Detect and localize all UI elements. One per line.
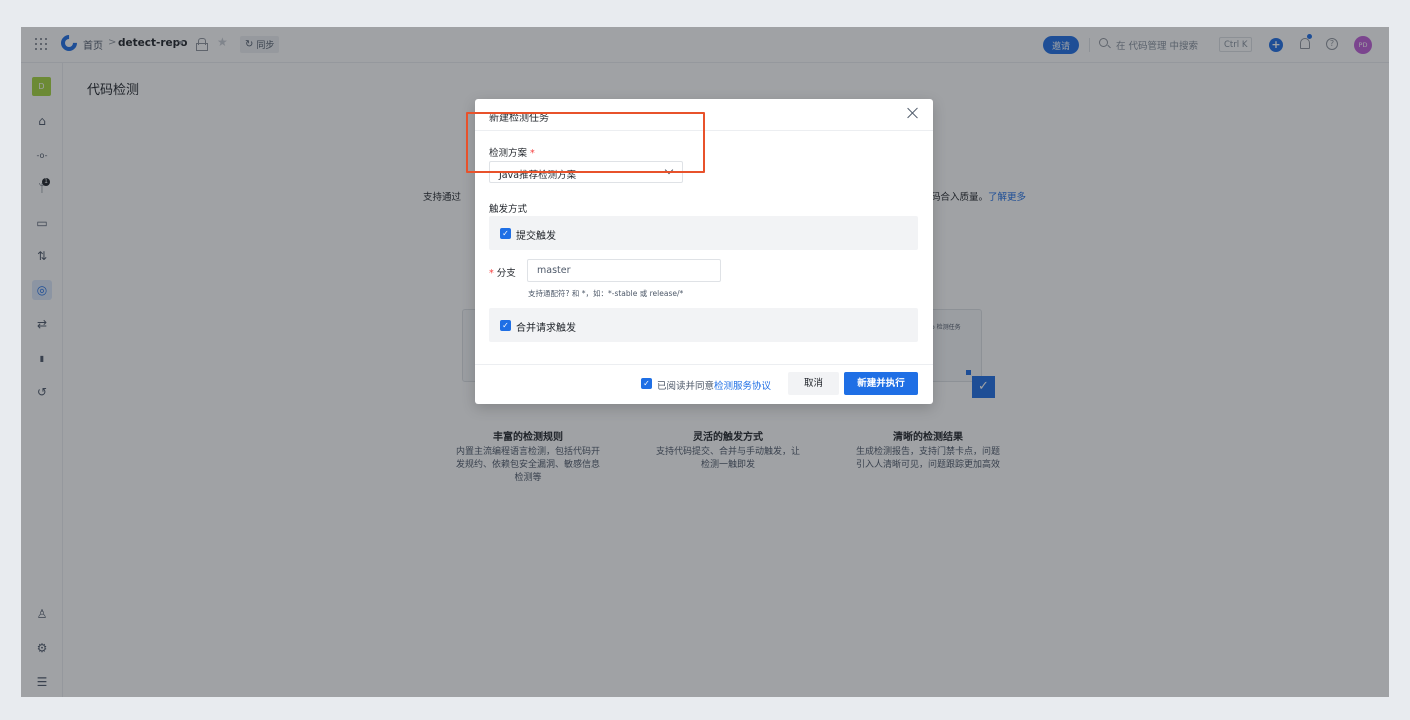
agree-checkbox[interactable]: ✓ <box>641 378 652 389</box>
agree-text: 已阅读并同意检测服务协议 <box>657 378 771 392</box>
mr-trigger-label[interactable]: 合并请求触发 <box>516 319 576 334</box>
annotation-highlight-box <box>466 112 705 173</box>
branch-label: * 分支 <box>489 265 516 279</box>
create-and-run-button[interactable]: 新建并执行 <box>844 372 918 395</box>
agree-label: 已阅读并同意 <box>657 381 715 392</box>
dialog-footer: ✓ 已阅读并同意检测服务协议 取消 新建并执行 <box>475 364 933 404</box>
branch-hint: 支持通配符? 和 *，如：*-stable 或 release/* <box>528 289 684 298</box>
commit-trigger-row: ✓ 提交触发 <box>489 216 918 250</box>
app-window: 首页 > detect-repo ★ ↻ 同步 邀请 在 代码管理 中搜索 Ct… <box>21 27 1389 697</box>
branch-input[interactable]: master <box>527 259 721 282</box>
commit-trigger-checkbox[interactable]: ✓ <box>500 228 511 239</box>
mr-trigger-checkbox[interactable]: ✓ <box>500 320 511 331</box>
commit-trigger-label[interactable]: 提交触发 <box>516 227 556 242</box>
cancel-button[interactable]: 取消 <box>788 372 839 395</box>
trigger-label: 触发方式 <box>489 204 528 215</box>
service-agreement-link[interactable]: 检测服务协议 <box>714 381 771 392</box>
close-icon[interactable] <box>906 106 920 120</box>
branch-label-text: 分支 <box>496 268 516 279</box>
mr-trigger-row: ✓ 合并请求触发 <box>489 308 918 342</box>
required-mark: * <box>489 268 494 279</box>
